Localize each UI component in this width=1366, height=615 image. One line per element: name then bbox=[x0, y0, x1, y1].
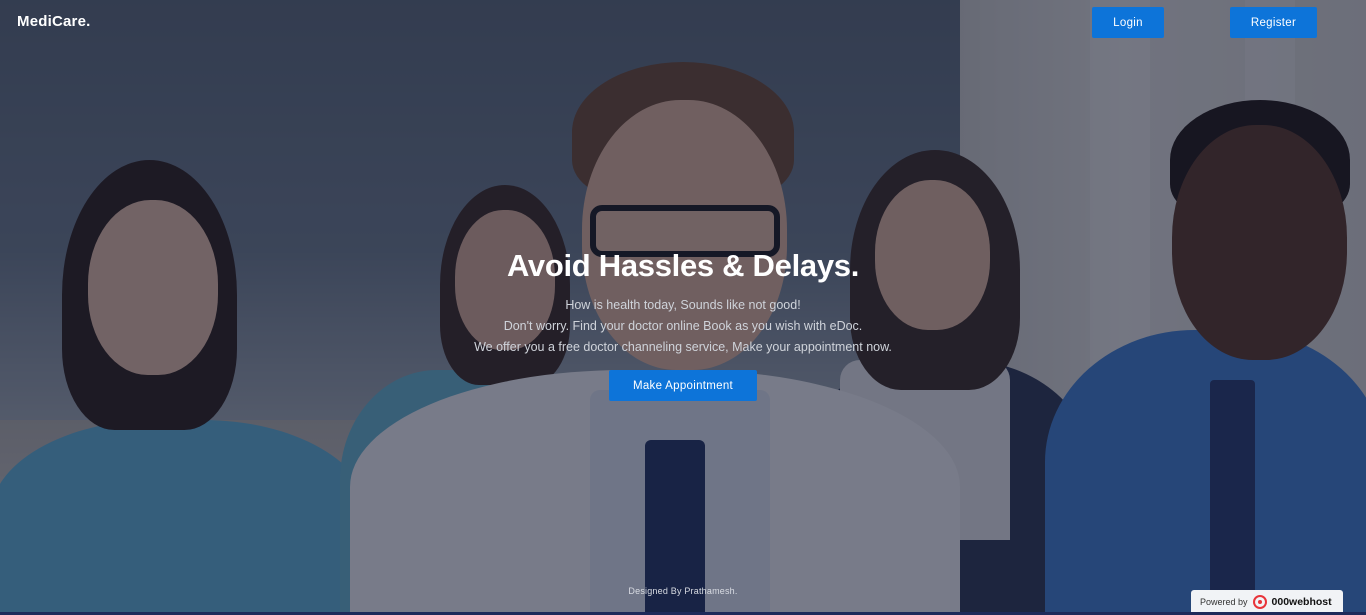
hero-line: How is health today, Sounds like not goo… bbox=[565, 298, 801, 312]
hero-description: How is health today, Sounds like not goo… bbox=[0, 295, 1366, 358]
powered-by-label: Powered by bbox=[1200, 596, 1248, 607]
register-button[interactable]: Register bbox=[1230, 7, 1317, 38]
hero-line: Don't worry. Find your doctor online Boo… bbox=[503, 319, 863, 333]
webhost-logo-icon bbox=[1252, 594, 1267, 609]
designer-credit: Designed By Prathamesh. bbox=[628, 586, 738, 596]
brand-logo[interactable]: MediCare. bbox=[17, 13, 91, 30]
hero-line: We offer you a free doctor channeling se… bbox=[474, 340, 892, 354]
hero-title: Avoid Hassles & Delays. bbox=[506, 248, 860, 283]
login-button[interactable]: Login bbox=[1092, 7, 1164, 38]
powered-by-brand: 000webhost bbox=[1271, 595, 1332, 608]
make-appointment-button[interactable]: Make Appointment bbox=[609, 370, 757, 401]
powered-by-badge[interactable]: Powered by 000webhost bbox=[1191, 590, 1343, 613]
